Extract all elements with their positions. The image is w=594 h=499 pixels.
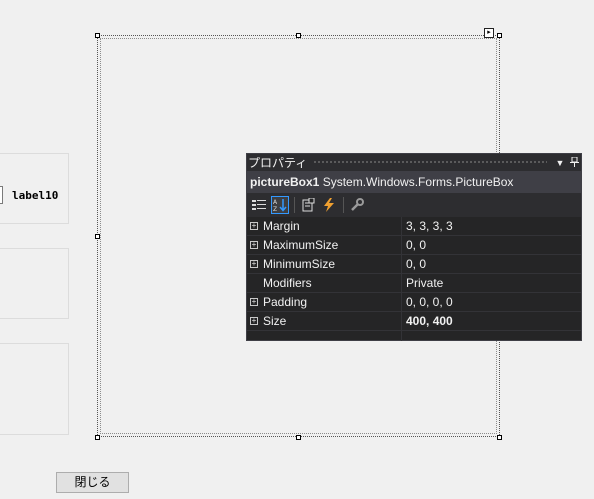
property-name: Modifiers <box>261 274 402 292</box>
object-name: pictureBox1 <box>250 175 320 189</box>
resize-handle-top-left[interactable] <box>95 33 100 38</box>
grid-empty-area <box>247 331 581 341</box>
expand-icon[interactable]: + <box>247 312 261 330</box>
property-value[interactable]: 0, 0, 0, 0 <box>402 293 581 311</box>
alphabetical-icon[interactable]: AZ <box>271 196 289 214</box>
property-pages-icon[interactable] <box>348 196 366 214</box>
property-name: Padding <box>261 293 402 311</box>
property-row-padding[interactable]: + Padding 0, 0, 0, 0 <box>247 293 581 312</box>
events-icon[interactable] <box>320 196 338 214</box>
property-value[interactable]: 0, 0 <box>402 236 581 254</box>
expand-icon[interactable]: + <box>247 236 261 254</box>
property-value[interactable]: 400, 400 <box>402 312 581 330</box>
property-row-minimumsize[interactable]: + MinimumSize 0, 0 <box>247 255 581 274</box>
property-grid: + Margin 3, 3, 3, 3 + MaximumSize 0, 0 +… <box>247 217 581 341</box>
resize-handle-bottom[interactable] <box>296 435 301 440</box>
categorized-icon[interactable] <box>250 196 268 214</box>
properties-title: プロパティ <box>248 156 308 170</box>
svg-text:A: A <box>273 199 278 206</box>
label10: label10 <box>12 189 59 202</box>
properties-icon[interactable] <box>299 196 317 214</box>
expand-icon[interactable]: + <box>247 293 261 311</box>
property-row-margin[interactable]: + Margin 3, 3, 3, 3 <box>247 217 581 236</box>
properties-window: プロパティ ▼ pictureBox1 System.Windows.Forms… <box>246 153 582 341</box>
smart-tag-glyph-icon[interactable]: ▸ <box>484 28 494 38</box>
close-button[interactable]: 閉じる <box>56 472 129 493</box>
resize-handle-bottom-left[interactable] <box>95 435 100 440</box>
text-input[interactable] <box>0 186 3 204</box>
groupbox-3 <box>0 343 69 435</box>
property-row-modifiers[interactable]: Modifiers Private <box>247 274 581 293</box>
svg-text:Z: Z <box>273 206 277 212</box>
expand-icon[interactable]: + <box>247 255 261 273</box>
properties-title-bar[interactable]: プロパティ ▼ <box>247 154 581 171</box>
property-value[interactable]: 0, 0 <box>402 255 581 273</box>
resize-handle-left[interactable] <box>95 234 100 239</box>
object-type: System.Windows.Forms.PictureBox <box>322 175 514 189</box>
property-value[interactable]: 3, 3, 3, 3 <box>402 217 581 235</box>
property-row-maximumsize[interactable]: + MaximumSize 0, 0 <box>247 236 581 255</box>
expand-icon[interactable]: + <box>247 217 261 235</box>
resize-handle-top-right[interactable] <box>497 33 502 38</box>
property-name: Margin <box>261 217 402 235</box>
resize-handle-bottom-right[interactable] <box>497 435 502 440</box>
pin-icon[interactable] <box>567 156 581 169</box>
property-row-size[interactable]: + Size 400, 400 <box>247 312 581 331</box>
property-name: MaximumSize <box>261 236 402 254</box>
toolbar-separator <box>294 197 295 213</box>
object-selector[interactable]: pictureBox1 System.Windows.Forms.Picture… <box>247 171 581 193</box>
groupbox-2 <box>0 248 69 319</box>
groupbox-1: label10 <box>0 153 69 224</box>
dropdown-arrow-icon[interactable]: ▼ <box>553 158 567 168</box>
expander-placeholder <box>247 274 261 292</box>
property-value[interactable]: Private <box>402 274 581 292</box>
title-grip <box>313 160 547 165</box>
resize-handle-top[interactable] <box>296 33 301 38</box>
property-name: Size <box>261 312 402 330</box>
property-name: MinimumSize <box>261 255 402 273</box>
properties-toolbar: AZ <box>247 193 581 217</box>
toolbar-separator <box>343 197 344 213</box>
